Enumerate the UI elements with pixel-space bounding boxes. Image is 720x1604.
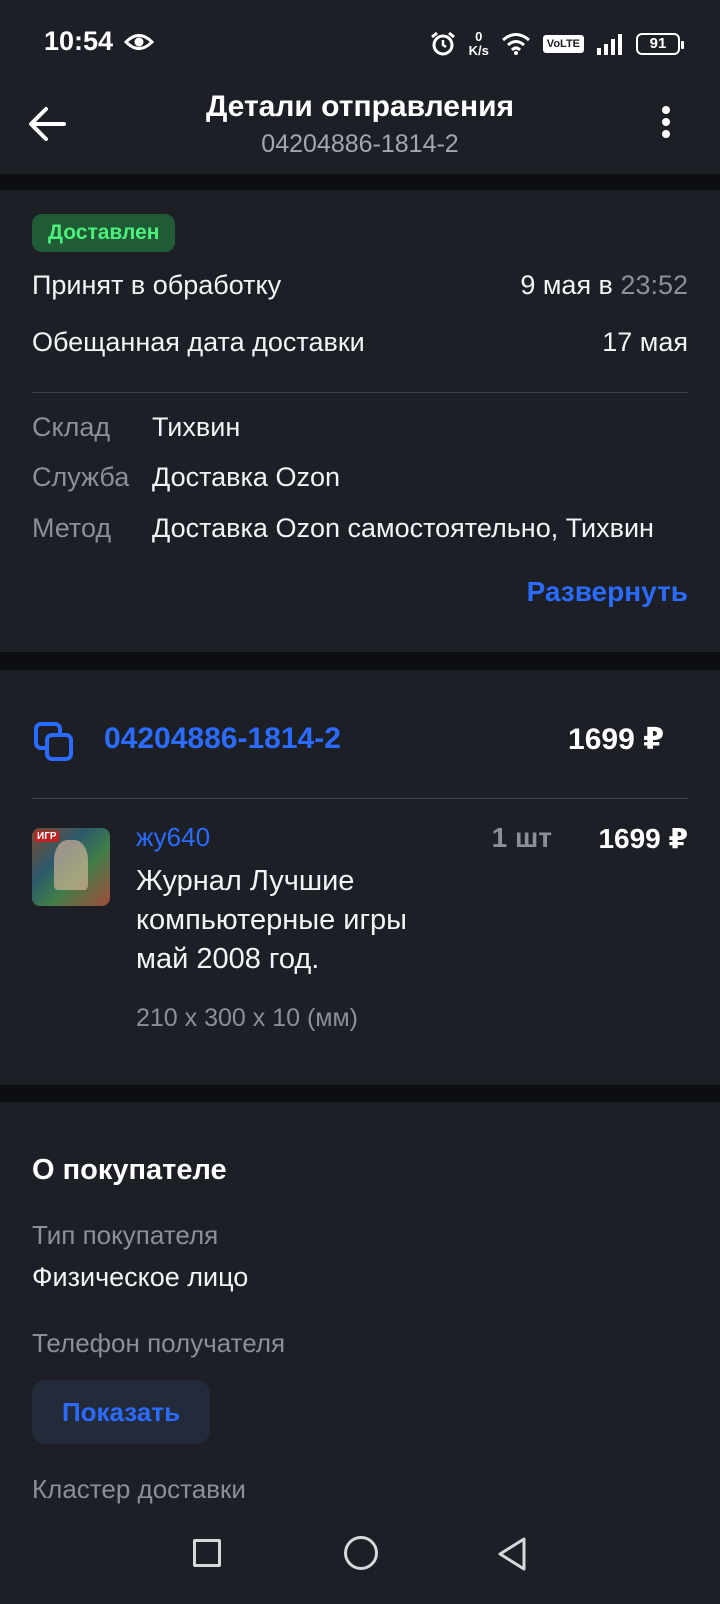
promised-label: Обещанная дата доставки (32, 327, 365, 357)
divider (32, 392, 688, 393)
posting-card: 04204886-1814-2 1699 ₽ жу640 1 шт 1699 ₽… (0, 670, 720, 1085)
item-price: 1699 ₽ (598, 823, 688, 854)
signal-icon (597, 34, 622, 55)
top-bar: 10:54 0 K/s VoLTE 91 Детали отправления … (0, 0, 720, 174)
posting-total: 1699 ₽ (568, 723, 664, 756)
service-value: Доставка Ozon (152, 462, 340, 492)
delivery-cluster-label: Кластер доставки (32, 1474, 246, 1504)
eye-icon (124, 34, 154, 50)
buyer-type-value: Физическое лицо (32, 1262, 249, 1292)
net-speed-unit: K/s (468, 43, 489, 58)
wifi-icon (501, 33, 530, 55)
accepted-label: Принят в обработку (32, 270, 282, 300)
method-value: Доставка Ozon самостоятельно, Тихвин (152, 513, 654, 543)
status-icons: 0 K/s VoLTE 91 (429, 26, 684, 62)
warehouse-label: Склад (32, 412, 111, 442)
product-thumbnail[interactable] (32, 828, 110, 906)
alarm-icon (430, 31, 455, 56)
copy-icon[interactable] (34, 722, 74, 762)
expand-button[interactable]: Развернуть (527, 576, 688, 608)
status-time: 10:54 (44, 26, 114, 56)
item-dimensions: 210 x 300 x 10 (мм) (136, 1004, 358, 1032)
promised-row: Обещанная дата доставки 17 мая (32, 327, 688, 358)
buyer-type-label: Тип покупателя (32, 1220, 219, 1250)
accepted-date: 9 мая в (520, 270, 613, 300)
show-phone-button[interactable]: Показать (32, 1380, 210, 1444)
recents-button[interactable] (193, 1539, 221, 1567)
posting-number-link[interactable]: 04204886-1814-2 (104, 722, 341, 756)
item-quantity: 1 шт (491, 822, 552, 853)
accepted-value: 9 мая в 23:52 (520, 270, 688, 301)
more-options-icon[interactable] (660, 106, 672, 142)
accepted-row: Принят в обработку 9 мая в 23:52 (32, 270, 688, 301)
net-speed-value: 0 (475, 29, 483, 44)
accepted-time: 23:52 (620, 270, 688, 300)
page-title: Детали отправления (205, 90, 515, 123)
method-label: Метод (32, 513, 112, 543)
divider (32, 798, 688, 799)
service-label: Служба (32, 462, 130, 492)
item-name: Журнал Лучшие компьютерные игры май 2008… (136, 865, 408, 975)
warehouse-value: Тихвин (152, 412, 241, 442)
home-button[interactable] (344, 1536, 378, 1570)
volte-badge: VoLTE (542, 35, 584, 53)
phone-label: Телефон получателя (32, 1328, 286, 1358)
shipment-info-card: Доставлен Принят в обработку 9 мая в 23:… (0, 190, 720, 652)
system-nav-bar (0, 1522, 720, 1604)
seller-link[interactable]: жу640 (136, 822, 210, 853)
promised-date: 17 мая (602, 327, 688, 357)
status-badge: Доставлен (32, 214, 176, 252)
page-subtitle: 04204886-1814-2 (261, 130, 459, 158)
battery-icon: 91 (636, 33, 684, 55)
back-nav-button[interactable] (496, 1536, 528, 1572)
net-speed: 0 K/s (469, 30, 489, 58)
status-bar: 10:54 0 K/s VoLTE 91 (0, 0, 720, 88)
buyer-card: О покупателе Тип покупателя Физическое л… (0, 1102, 720, 1522)
buyer-section-title: О покупателе (32, 1154, 227, 1186)
